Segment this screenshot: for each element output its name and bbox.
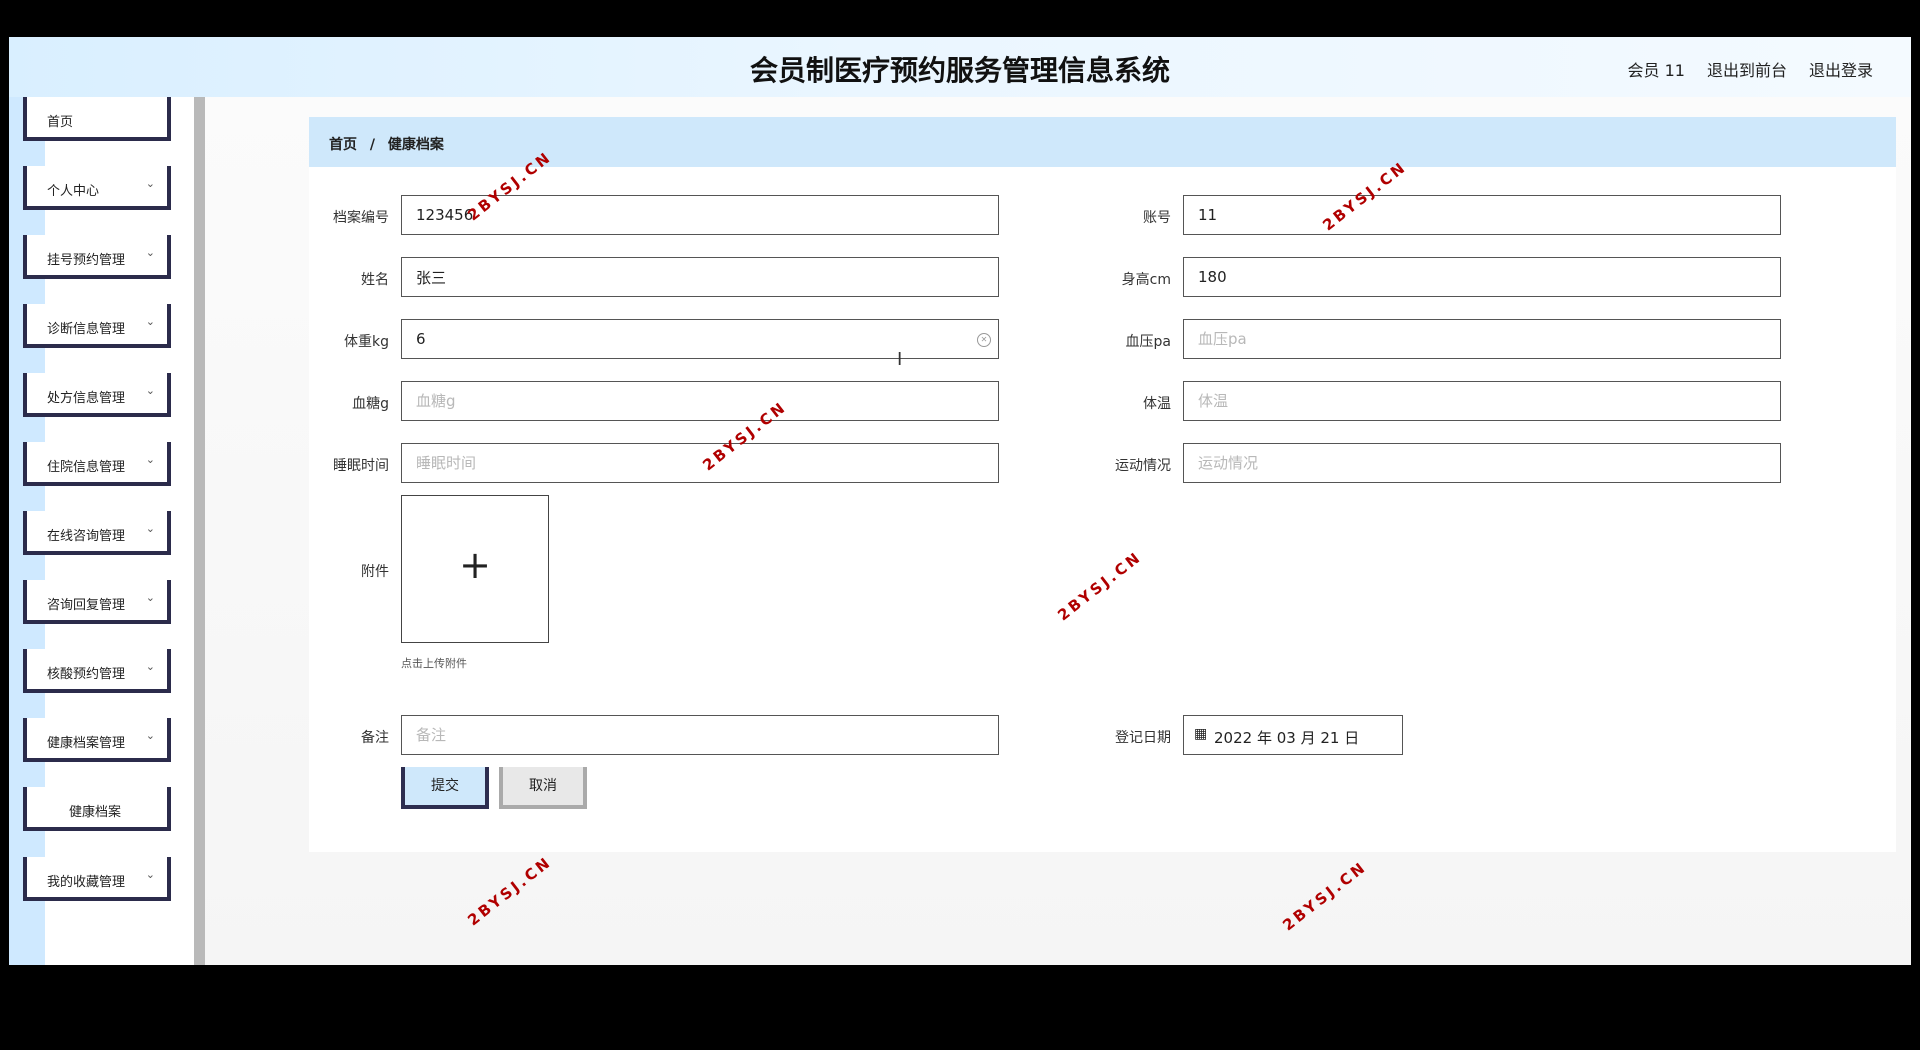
sidebar-item-label: 诊断信息管理: [47, 322, 126, 337]
chevron-down-icon: ⌄: [145, 660, 155, 673]
sidebar-item-label: 健康档案: [69, 805, 122, 820]
user-label[interactable]: 会员 11: [1628, 57, 1685, 81]
chevron-down-icon: ⌄: [145, 729, 155, 742]
cancel-button[interactable]: 取消: [499, 767, 587, 809]
sleep-time-label: 睡眠时间: [333, 458, 389, 474]
blood-sugar-input[interactable]: [401, 381, 999, 421]
sidebar-item-label: 挂号预约管理: [47, 253, 126, 268]
calendar-icon: ▦: [1194, 726, 1208, 742]
sidebar: 首页 个人中心 ⌄ 挂号预约管理 ⌄ 诊断信息管理 ⌄ 处方信息管理 ⌄ 住院信…: [9, 97, 205, 965]
height-label: 身高cm: [1121, 272, 1171, 288]
chevron-down-icon: ⌄: [145, 453, 155, 466]
blood-pressure-input[interactable]: [1183, 319, 1781, 359]
blood-sugar-label: 血糖g: [352, 396, 389, 412]
app-title: 会员制医疗预约服务管理信息系统: [749, 54, 1170, 87]
chevron-down-icon: ⌄: [145, 522, 155, 535]
attachment-label: 附件: [361, 564, 389, 580]
sidebar-item-consult-reply[interactable]: 咨询回复管理 ⌄: [23, 580, 171, 624]
attachment-upload[interactable]: +: [401, 495, 549, 643]
exercise-input[interactable]: [1183, 443, 1781, 483]
exercise-label: 运动情况: [1115, 458, 1171, 474]
sidebar-item-hospitalization[interactable]: 住院信息管理 ⌄: [23, 442, 171, 486]
account-input[interactable]: [1183, 195, 1781, 235]
breadcrumb-home[interactable]: 首页: [329, 137, 357, 153]
sleep-time-input[interactable]: [401, 443, 999, 483]
sidebar-item-label: 核酸预约管理: [47, 667, 126, 682]
archive-no-input[interactable]: [401, 195, 999, 235]
sidebar-item-registration[interactable]: 挂号预约管理 ⌄: [23, 235, 171, 279]
chevron-down-icon: ⌄: [145, 591, 155, 604]
temperature-label: 体温: [1143, 396, 1171, 412]
submit-button[interactable]: 提交: [401, 767, 489, 809]
temperature-input[interactable]: [1183, 381, 1781, 421]
sidebar-item-label: 我的收藏管理: [47, 875, 126, 890]
sidebar-item-diagnosis[interactable]: 诊断信息管理 ⌄: [23, 304, 171, 348]
chevron-down-icon: ⌄: [145, 315, 155, 328]
sidebar-item-label: 个人中心: [47, 184, 100, 199]
remark-label: 备注: [361, 730, 389, 746]
chevron-down-icon: ⌄: [145, 384, 155, 397]
breadcrumb-separator: /: [369, 137, 375, 153]
sidebar-subitem-health-records[interactable]: 健康档案: [23, 787, 171, 831]
archive-no-label: 档案编号: [333, 210, 389, 226]
top-bar: 会员制医疗预约服务管理信息系统 会员 11 退出到前台 退出登录: [9, 37, 1911, 97]
weight-label: 体重kg: [344, 334, 389, 350]
sidebar-scrollbar[interactable]: [194, 97, 205, 965]
remark-input[interactable]: [401, 715, 999, 755]
register-date-picker[interactable]: ▦ 2022 年 03 月 21 日: [1183, 715, 1403, 755]
sidebar-item-nucleic-test[interactable]: 核酸预约管理 ⌄: [23, 649, 171, 693]
name-input[interactable]: [401, 257, 999, 297]
weight-input[interactable]: [401, 319, 999, 359]
sidebar-item-label: 处方信息管理: [47, 391, 126, 406]
clear-icon[interactable]: ✕: [977, 333, 991, 347]
exit-to-frontend-link[interactable]: 退出到前台: [1707, 57, 1787, 81]
sidebar-item-personal-center[interactable]: 个人中心 ⌄: [23, 166, 171, 210]
app-window: 会员制医疗预约服务管理信息系统 会员 11 退出到前台 退出登录 首页 个人中心…: [9, 37, 1911, 965]
sidebar-item-health-records-mgmt[interactable]: 健康档案管理 ⌄: [23, 718, 171, 762]
upload-hint: 点击上传附件: [401, 657, 467, 670]
breadcrumb: 首页 / 健康档案: [309, 117, 1896, 167]
chevron-down-icon: ⌄: [145, 177, 155, 190]
form-panel: 首页 / 健康档案 档案编号 账号 姓名 身高cm 体重kg ✕ I 血压pa …: [309, 117, 1896, 852]
sidebar-item-online-consult[interactable]: 在线咨询管理 ⌄: [23, 511, 171, 555]
sidebar-item-home[interactable]: 首页: [23, 97, 171, 141]
sidebar-item-label: 在线咨询管理: [47, 529, 126, 544]
chevron-down-icon: ⌄: [145, 246, 155, 259]
logout-link[interactable]: 退出登录: [1809, 57, 1873, 81]
register-date-value: 2022 年 03 月 21 日: [1214, 729, 1360, 747]
plus-icon: +: [459, 543, 491, 587]
account-label: 账号: [1143, 210, 1171, 226]
top-links: 会员 11 退出到前台 退出登录: [1628, 57, 1873, 81]
breadcrumb-current: 健康档案: [387, 137, 444, 153]
sidebar-item-prescription[interactable]: 处方信息管理 ⌄: [23, 373, 171, 417]
register-date-label: 登记日期: [1115, 730, 1171, 746]
height-input[interactable]: [1183, 257, 1781, 297]
sidebar-item-label: 住院信息管理: [47, 460, 126, 475]
sidebar-item-label: 健康档案管理: [47, 736, 126, 751]
blood-pressure-label: 血压pa: [1125, 334, 1171, 350]
sidebar-item-favorites[interactable]: 我的收藏管理 ⌄: [23, 857, 171, 901]
chevron-down-icon: ⌄: [145, 868, 155, 881]
name-label: 姓名: [361, 272, 389, 288]
sidebar-item-label: 首页: [47, 115, 74, 130]
text-cursor-icon: I: [897, 349, 903, 370]
sidebar-item-label: 咨询回复管理: [47, 598, 126, 613]
